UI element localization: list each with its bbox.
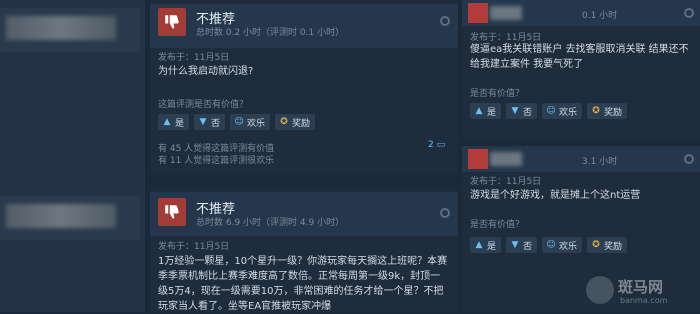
- comment-icon: ▭: [436, 140, 446, 150]
- watermark-logo-icon: [586, 276, 614, 304]
- watermark-brand: 斑马网: [618, 278, 664, 296]
- thumbs-up-icon: ▲: [163, 117, 171, 127]
- blurred-username: [490, 6, 522, 20]
- vote-yes-button[interactable]: ▲ 是: [470, 237, 502, 253]
- smile-icon: ☺: [546, 240, 556, 250]
- thumbs-down-icon: ▼: [511, 240, 519, 250]
- review-text: 1万经验一颗星，10个星升一级？你游玩家每天搁这上班呢？本赛季季票机制比上赛季难…: [158, 256, 448, 312]
- funny-count: 有 11 人觉得这篇评测很欢乐: [158, 156, 275, 166]
- helpful-question: 是否有价值？: [470, 220, 525, 230]
- avatar[interactable]: [468, 149, 488, 169]
- gear-icon[interactable]: [440, 208, 450, 218]
- author-block-2[interactable]: [0, 196, 140, 240]
- blurred-username: [6, 204, 116, 228]
- vote-buttons: ▲ 是 ▼ 否 ☺ 欢乐 ✪ 奖励: [470, 237, 628, 253]
- review-date: 发布于：11月5日: [470, 177, 542, 187]
- thumbs-up-icon: ▲: [475, 240, 483, 250]
- review-date: 发布于：11月5日: [158, 53, 230, 63]
- vote-no-button[interactable]: ▼ 否: [194, 114, 226, 130]
- award-icon: ✪: [592, 240, 600, 250]
- vote-no-button[interactable]: ▼ 否: [506, 103, 538, 119]
- review-hours: 总时数 0.2 小时（评测时 0.1 小时）: [196, 28, 345, 38]
- watermark-site: banma.com: [620, 296, 668, 305]
- side-review-1: 0.1 小时 发布于：11月5日 傻逼ea我关联错账户 去找客服取消关联 结果还…: [462, 0, 700, 140]
- vote-yes-button[interactable]: ▲ 是: [470, 103, 502, 119]
- smile-icon: ☺: [546, 106, 556, 116]
- gear-icon[interactable]: [684, 8, 694, 18]
- award-button[interactable]: ✪ 奖励: [275, 114, 316, 130]
- smile-icon: ☺: [234, 117, 244, 127]
- gear-icon[interactable]: [684, 154, 694, 164]
- review-text: 为什么我启动就闪退?: [158, 66, 254, 77]
- comment-count[interactable]: 2 ▭: [428, 140, 445, 150]
- helpful-question: 这篇评测是否有价值？: [158, 100, 249, 110]
- thumbs-down-icon: ▼: [511, 106, 519, 116]
- thumbs-up-icon: ▲: [475, 106, 483, 116]
- helpful-question: 是否有价值？: [470, 89, 525, 99]
- award-button[interactable]: ✪ 奖励: [587, 237, 628, 253]
- review-card-1: 不推荐 总时数 0.2 小时（评测时 0.1 小时） 发布于：11月5日 为什么…: [150, 0, 458, 175]
- blurred-username: [6, 16, 116, 40]
- thumbs-down-icon: ▼: [199, 117, 207, 127]
- award-icon: ✪: [592, 106, 600, 116]
- vote-buttons: ▲ 是 ▼ 否 ☺ 欢乐 ✪ 奖励: [470, 103, 628, 119]
- gear-icon[interactable]: [440, 16, 450, 26]
- vote-buttons: ▲ 是 ▼ 否 ☺ 欢乐 ✪ 奖励: [158, 114, 316, 130]
- vote-funny-button[interactable]: ☺ 欢乐: [542, 237, 583, 253]
- review-text: 傻逼ea我关联错账户 去找客服取消关联 结果还不给我建立案件 我要气死了: [470, 44, 689, 70]
- vote-no-button[interactable]: ▼ 否: [506, 237, 538, 253]
- review-card-2: 不推荐 总时数 6.9 小时（评测时 4.9 小时） 发布于：11月5日 1万经…: [150, 188, 458, 312]
- blurred-username: [490, 152, 522, 166]
- review-hours: 总时数 6.9 小时（评测时 4.9 小时）: [196, 218, 345, 228]
- thumbs-down-icon: [158, 8, 186, 36]
- playtime: 0.1 小时: [582, 11, 618, 21]
- vote-funny-button[interactable]: ☺ 欢乐: [230, 114, 271, 130]
- vote-funny-button[interactable]: ☺ 欢乐: [542, 103, 583, 119]
- award-button[interactable]: ✪ 奖励: [587, 103, 628, 119]
- review-text: 游戏是个好游戏，就是摊上个这nt运营: [470, 190, 641, 201]
- author-block-1[interactable]: [0, 8, 140, 52]
- playtime: 3.1 小时: [582, 157, 618, 167]
- review-date: 发布于：11月5日: [158, 242, 230, 252]
- vote-yes-button[interactable]: ▲ 是: [158, 114, 190, 130]
- avatar[interactable]: [468, 3, 488, 23]
- award-icon: ✪: [280, 117, 288, 127]
- thumbs-down-icon: [158, 198, 186, 226]
- watermark: 斑马网 banma.com: [586, 276, 696, 308]
